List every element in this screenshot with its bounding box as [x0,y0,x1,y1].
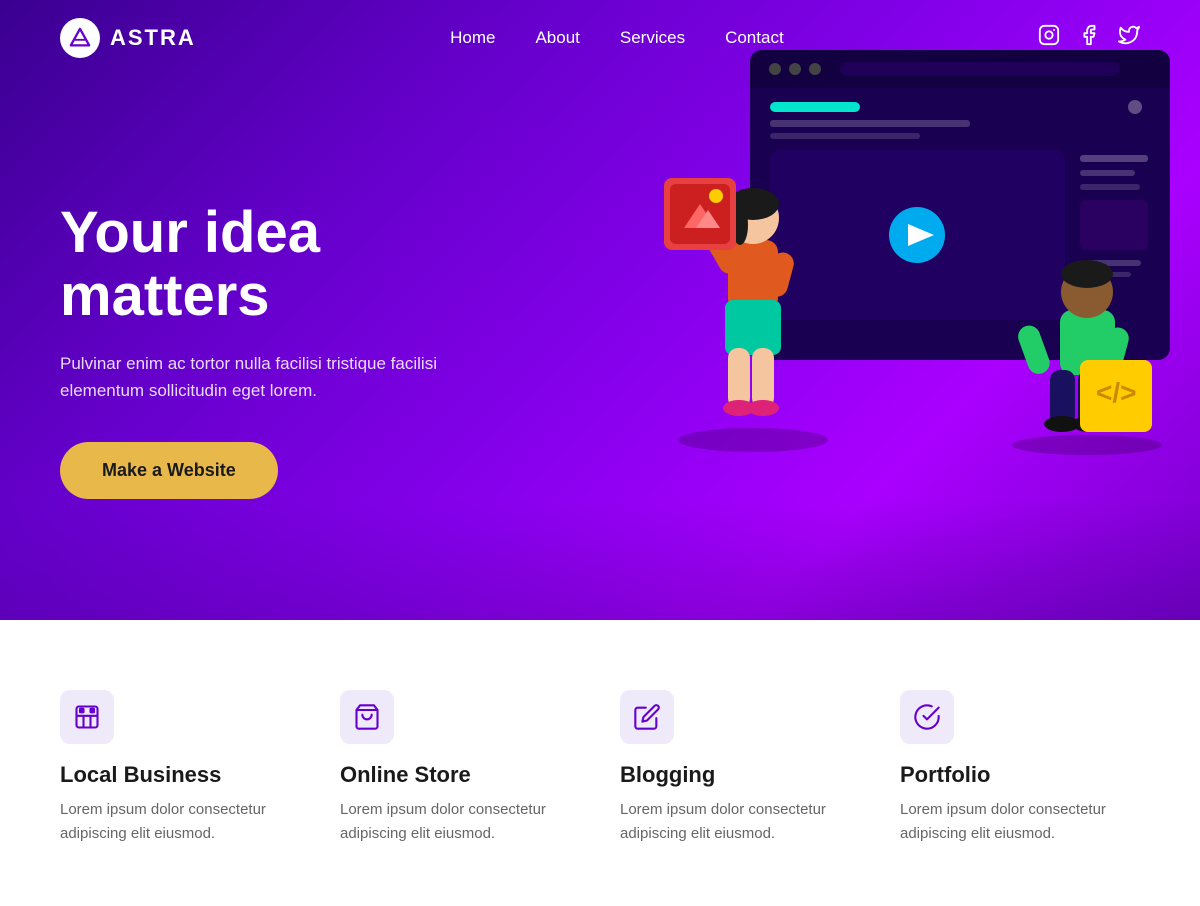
facebook-icon[interactable] [1078,24,1100,52]
nav-contact[interactable]: Contact [725,28,784,48]
service-card-portfolio: Portfolio Lorem ipsum dolor consectetur … [900,690,1140,846]
cta-button[interactable]: Make a Website [60,442,278,499]
hero-section: Your idea matters Pulvinar enim ac torto… [0,0,1200,620]
nav-services[interactable]: Services [620,28,685,48]
svg-text:</>: </> [1096,377,1136,408]
main-nav: Home About Services Contact [450,28,784,48]
bag-icon [353,703,381,731]
portfolio-icon-wrap [900,690,954,744]
service-title-blogging: Blogging [620,762,715,788]
service-card-online-store: Online Store Lorem ipsum dolor consectet… [340,690,580,846]
service-desc-local-business: Lorem ipsum dolor consectetur adipiscing… [60,798,300,846]
twitter-icon[interactable] [1118,24,1140,52]
building-icon [73,703,101,731]
hero-subtitle: Pulvinar enim ac tortor nulla facilisi t… [60,350,440,404]
service-desc-online-store: Lorem ipsum dolor consectetur adipiscing… [340,798,580,846]
service-card-blogging: Blogging Lorem ipsum dolor consectetur a… [620,690,860,846]
brand-name: ASTRA [110,25,196,51]
edit-icon [633,703,661,731]
logo-area[interactable]: ASTRA [60,18,196,58]
online-store-icon-wrap [340,690,394,744]
service-card-local-business: Local Business Lorem ipsum dolor consect… [60,690,300,846]
local-business-icon-wrap [60,690,114,744]
blogging-icon-wrap [620,690,674,744]
service-title-portfolio: Portfolio [900,762,990,788]
hero-content: Your idea matters Pulvinar enim ac torto… [0,201,520,500]
check-circle-icon [913,703,941,731]
services-section: Local Business Lorem ipsum dolor consect… [0,620,1200,906]
instagram-icon[interactable] [1038,24,1060,52]
service-title-local-business: Local Business [60,762,221,788]
nav-home[interactable]: Home [450,28,495,48]
social-icons [1038,24,1140,52]
hero-title: Your idea matters [60,201,460,329]
service-desc-blogging: Lorem ipsum dolor consectetur adipiscing… [620,798,860,846]
nav-about[interactable]: About [535,28,579,48]
service-title-online-store: Online Store [340,762,471,788]
service-desc-portfolio: Lorem ipsum dolor consectetur adipiscing… [900,798,1140,846]
logo-icon [60,18,100,58]
